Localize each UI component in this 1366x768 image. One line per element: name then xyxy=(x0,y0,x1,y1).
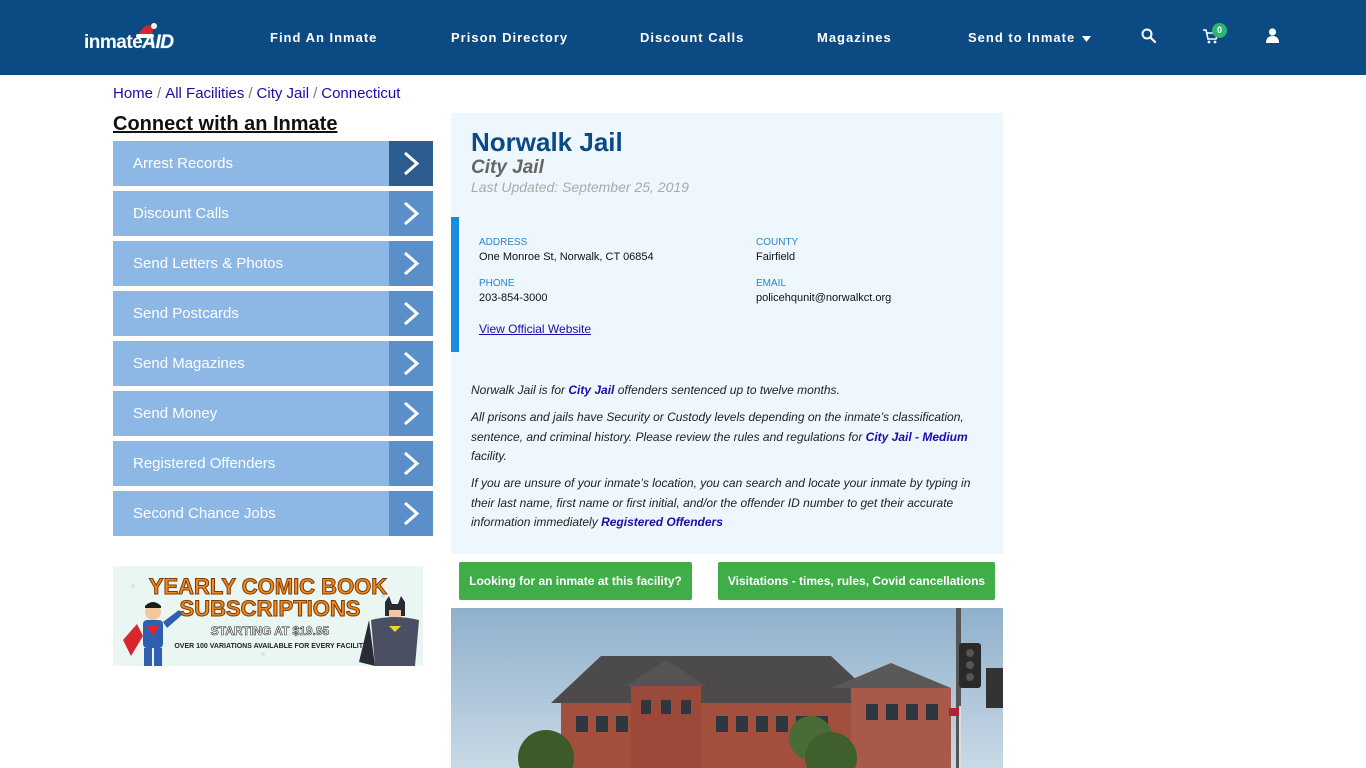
nav-send-to-inmate[interactable]: Send to Inmate xyxy=(968,30,1091,45)
cart-count-badge: 0 xyxy=(1212,23,1227,38)
facility-photo xyxy=(451,608,1003,768)
breadcrumb-all-facilities[interactable]: All Facilities xyxy=(165,85,244,102)
sidebar-item-send-money[interactable]: Send Money xyxy=(113,391,433,436)
nav-magazines[interactable]: Magazines xyxy=(817,30,892,45)
breadcrumb: Home / All Facilities / City Jail / Connecticu… xyxy=(113,85,401,102)
sidebar-item-send-postcards[interactable]: Send Postcards xyxy=(113,291,433,336)
nav-discount-calls[interactable]: Discount Calls xyxy=(640,30,744,45)
sidebar-item-label: Discount Calls xyxy=(133,205,229,222)
logo-text: inmateAID xyxy=(84,32,174,53)
facility-info-card: Norwalk Jail City Jail Last Updated: Sep… xyxy=(451,113,1003,554)
sidebar-item-label: Send Magazines xyxy=(133,355,245,372)
chevron-right-icon xyxy=(389,391,433,436)
chevron-right-icon xyxy=(389,441,433,486)
email-label: EMAIL xyxy=(756,278,787,289)
chevron-right-icon xyxy=(389,341,433,386)
nav-find-an-inmate[interactable]: Find An Inmate xyxy=(270,30,377,45)
breadcrumb-connecticut[interactable]: Connecticut xyxy=(321,85,400,102)
view-official-website-link[interactable]: View Official Website xyxy=(479,322,591,336)
address-label: ADDRESS xyxy=(479,237,528,248)
phone-label: PHONE xyxy=(479,278,515,289)
breadcrumb-city-jail[interactable]: City Jail xyxy=(257,85,310,102)
address-value: One Monroe St, Norwalk, CT 06854 xyxy=(479,251,654,263)
ad-line3: STARTING AT $19.95 xyxy=(211,624,330,638)
caret-down-icon xyxy=(1081,35,1091,42)
sidebar-item-arrest-records[interactable]: Arrest Records xyxy=(113,141,433,186)
sidebar-item-discount-calls[interactable]: Discount Calls xyxy=(113,191,433,236)
phone-value: 203-854-3000 xyxy=(479,292,548,304)
county-value: Fairfield xyxy=(756,251,796,263)
connect-with-inmate-heading: Connect with an Inmate xyxy=(113,113,338,135)
nav-send-to-inmate-label: Send to Inmate xyxy=(968,30,1076,45)
last-updated: Last Updated: September 25, 2019 xyxy=(471,179,689,195)
looking-for-inmate-button[interactable]: Looking for an inmate at this facility? xyxy=(459,562,692,600)
facility-name: Norwalk Jail xyxy=(471,127,623,157)
sidebar-item-label: Send Postcards xyxy=(133,305,239,322)
facility-type: City Jail xyxy=(471,157,544,178)
ad-line2: SUBSCRIPTIONS xyxy=(180,596,361,621)
chevron-right-icon xyxy=(389,291,433,336)
comic-ad-artwork: YEARLY COMIC BOOK SUBSCRIPTIONS STARTING… xyxy=(113,566,423,666)
sidebar-item-label: Arrest Records xyxy=(133,155,234,172)
chevron-right-icon xyxy=(389,191,433,236)
sidebar-menu: Arrest Records Discount Calls Send Lette… xyxy=(113,141,433,541)
ad-line4: OVER 100 VARIATIONS AVAILABLE FOR EVERY … xyxy=(174,643,368,650)
inmateaid-logo[interactable]: inmateAID xyxy=(84,23,180,54)
sidebar-item-label: Second Chance Jobs xyxy=(133,505,276,522)
chevron-right-icon xyxy=(389,241,433,286)
sidebar-item-label: Send Money xyxy=(133,405,218,422)
sidebar-item-label: Send Letters & Photos xyxy=(133,255,284,272)
sidebar-item-send-magazines[interactable]: Send Magazines xyxy=(113,341,433,386)
email-value: policehqunit@norwalkct.org xyxy=(756,292,892,304)
facility-description-1: Norwalk Jail is for City Jail offenders … xyxy=(471,383,840,397)
sidebar-item-second-chance-jobs[interactable]: Second Chance Jobs xyxy=(113,491,433,536)
user-icon[interactable] xyxy=(1266,28,1279,43)
sidebar-item-label: Registered Offenders xyxy=(133,455,276,472)
facility-description-3: If you are unsure of your inmate’s locat… xyxy=(471,476,971,529)
city-jail-link[interactable]: City Jail xyxy=(568,383,614,397)
breadcrumb-home[interactable]: Home xyxy=(113,85,153,102)
visitations-button[interactable]: Visitations - times, rules, Covid cancel… xyxy=(718,562,995,600)
comic-subscription-ad-banner[interactable]: YEARLY COMIC BOOK SUBSCRIPTIONS STARTING… xyxy=(113,566,423,666)
facility-description-2: All prisons and jails have Security or C… xyxy=(471,410,968,463)
registered-offenders-link[interactable]: Registered Offenders xyxy=(601,515,723,529)
sidebar-item-registered-offenders[interactable]: Registered Offenders xyxy=(113,441,433,486)
facility-contact-block: ADDRESS One Monroe St, Norwalk, CT 06854… xyxy=(451,217,1003,352)
nav-prison-directory[interactable]: Prison Directory xyxy=(451,30,568,45)
search-icon[interactable] xyxy=(1141,28,1156,43)
sidebar-item-send-letters-photos[interactable]: Send Letters & Photos xyxy=(113,241,433,286)
city-jail-medium-link[interactable]: City Jail - Medium xyxy=(866,430,968,444)
county-label: COUNTY xyxy=(756,237,799,248)
accent-bar xyxy=(451,217,459,352)
chevron-right-icon xyxy=(389,141,433,186)
top-navbar: inmateAID Find An Inmate Prison Director… xyxy=(0,0,1366,75)
chevron-right-icon xyxy=(389,491,433,536)
